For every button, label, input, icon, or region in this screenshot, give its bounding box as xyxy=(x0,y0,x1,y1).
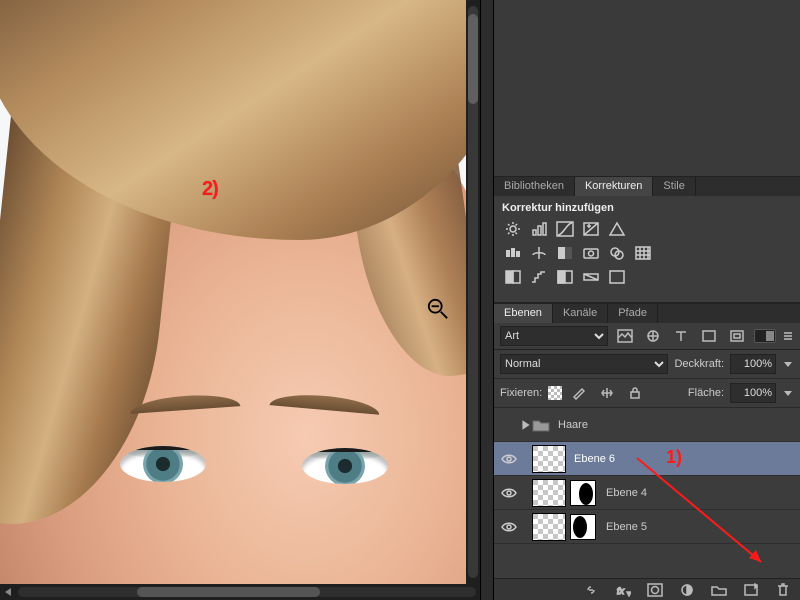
canvas-vertical-scrollbar[interactable] xyxy=(466,0,480,584)
link-layers-icon[interactable] xyxy=(580,581,602,599)
fill-dropdown-icon[interactable] xyxy=(782,387,794,399)
lock-transparency-icon[interactable] xyxy=(548,386,562,400)
filter-shape-icon[interactable] xyxy=(698,327,720,345)
layers-tab-bar: Ebenen Kanäle Pfade xyxy=(494,303,800,323)
new-adjustment-layer-icon[interactable] xyxy=(676,581,698,599)
blend-mode-select[interactable]: Normal xyxy=(500,354,668,374)
svg-text:fx: fx xyxy=(617,586,625,596)
layer-ebene-4[interactable]: Ebene 4 xyxy=(494,476,800,510)
folder-icon xyxy=(532,418,550,432)
layers-panel-menu-icon[interactable] xyxy=(782,330,794,342)
adjustments-tab-bar: Bibliotheken Korrekturen Stile xyxy=(494,176,800,196)
layer-filter-toggle[interactable] xyxy=(754,329,776,343)
lock-position-icon[interactable] xyxy=(596,384,618,402)
annotation-marker-2: 2) xyxy=(202,178,218,201)
layer-thumbnail[interactable] xyxy=(532,513,566,541)
opacity-input[interactable] xyxy=(730,354,776,374)
adjust-threshold-icon[interactable] xyxy=(554,268,576,286)
lock-label: Fixieren: xyxy=(500,387,542,399)
visibility-toggle[interactable] xyxy=(498,419,520,431)
panel-dock-gutter[interactable] xyxy=(480,0,494,600)
tab-stile[interactable]: Stile xyxy=(653,177,695,196)
visibility-toggle[interactable] xyxy=(498,487,520,499)
zoom-out-cursor xyxy=(427,298,449,323)
opacity-label: Deckkraft: xyxy=(674,358,724,370)
lock-all-icon[interactable] xyxy=(624,384,646,402)
tab-pfade[interactable]: Pfade xyxy=(608,304,658,323)
canvas-horizontal-scrollbar[interactable] xyxy=(0,584,480,600)
adjust-color-balance-icon[interactable] xyxy=(528,244,550,262)
opacity-dropdown-icon[interactable] xyxy=(782,358,794,370)
add-mask-icon[interactable] xyxy=(644,581,666,599)
document-image xyxy=(0,0,480,600)
adjust-brightness-icon[interactable] xyxy=(502,220,524,238)
adjust-vibrance-icon[interactable] xyxy=(606,220,628,238)
adjust-exposure-icon[interactable] xyxy=(580,220,602,238)
new-group-icon[interactable] xyxy=(708,581,730,599)
adjust-invert-icon[interactable] xyxy=(502,268,524,286)
adjust-channel-mixer-icon[interactable] xyxy=(606,244,628,262)
annotation-marker-1: 1) xyxy=(666,447,682,468)
fill-label: Fläche: xyxy=(688,387,724,399)
layer-ebene-6[interactable]: Ebene 6 xyxy=(494,442,800,476)
document-canvas[interactable]: 2) xyxy=(0,0,480,600)
collapsed-panel-area xyxy=(494,0,800,176)
delete-layer-icon[interactable] xyxy=(772,581,794,599)
adjust-selective-color-icon[interactable] xyxy=(606,268,628,286)
layer-name[interactable]: Ebene 4 xyxy=(602,487,796,499)
adjustments-heading: Korrektur hinzufügen xyxy=(502,202,792,214)
adjust-hue-icon[interactable] xyxy=(502,244,524,262)
layer-mask-thumbnail[interactable] xyxy=(570,514,596,540)
layer-list: Haare Ebene 6 Ebene 4 Ebene 5 xyxy=(494,408,800,578)
adjust-levels-icon[interactable] xyxy=(528,220,550,238)
adjust-curves-icon[interactable] xyxy=(554,220,576,238)
layer-group-haare[interactable]: Haare xyxy=(494,408,800,442)
layer-style-icon[interactable]: fx xyxy=(612,581,634,599)
visibility-toggle[interactable] xyxy=(498,521,520,533)
adjust-gradient-map-icon[interactable] xyxy=(580,268,602,286)
filter-pixel-icon[interactable] xyxy=(614,327,636,345)
filter-smartobj-icon[interactable] xyxy=(726,327,748,345)
lock-pixels-icon[interactable] xyxy=(568,384,590,402)
tab-korrekturen[interactable]: Korrekturen xyxy=(575,177,653,196)
adjust-color-lookup-icon[interactable] xyxy=(632,244,654,262)
layer-mask-thumbnail[interactable] xyxy=(570,480,596,506)
adjust-photo-filter-icon[interactable] xyxy=(580,244,602,262)
tab-kanaele[interactable]: Kanäle xyxy=(553,304,608,323)
group-disclose-icon[interactable] xyxy=(520,419,532,431)
layer-thumbnail[interactable] xyxy=(532,479,566,507)
new-layer-icon[interactable] xyxy=(740,581,762,599)
adjust-posterize-icon[interactable] xyxy=(528,268,550,286)
filter-adjust-icon[interactable] xyxy=(642,327,664,345)
tab-bibliotheken[interactable]: Bibliotheken xyxy=(494,177,575,196)
layers-panel-footer: fx xyxy=(494,578,800,600)
layer-thumbnail[interactable] xyxy=(532,445,566,473)
layer-filter-kind-select[interactable]: Art xyxy=(500,326,608,346)
layer-name[interactable]: Haare xyxy=(554,419,796,431)
layer-ebene-5[interactable]: Ebene 5 xyxy=(494,510,800,544)
layer-name[interactable]: Ebene 5 xyxy=(602,521,796,533)
layer-name[interactable]: Ebene 6 xyxy=(570,453,796,465)
filter-type-icon[interactable] xyxy=(670,327,692,345)
fill-input[interactable] xyxy=(730,383,776,403)
tab-ebenen[interactable]: Ebenen xyxy=(494,304,553,323)
visibility-toggle[interactable] xyxy=(498,453,520,465)
adjust-bw-icon[interactable] xyxy=(554,244,576,262)
